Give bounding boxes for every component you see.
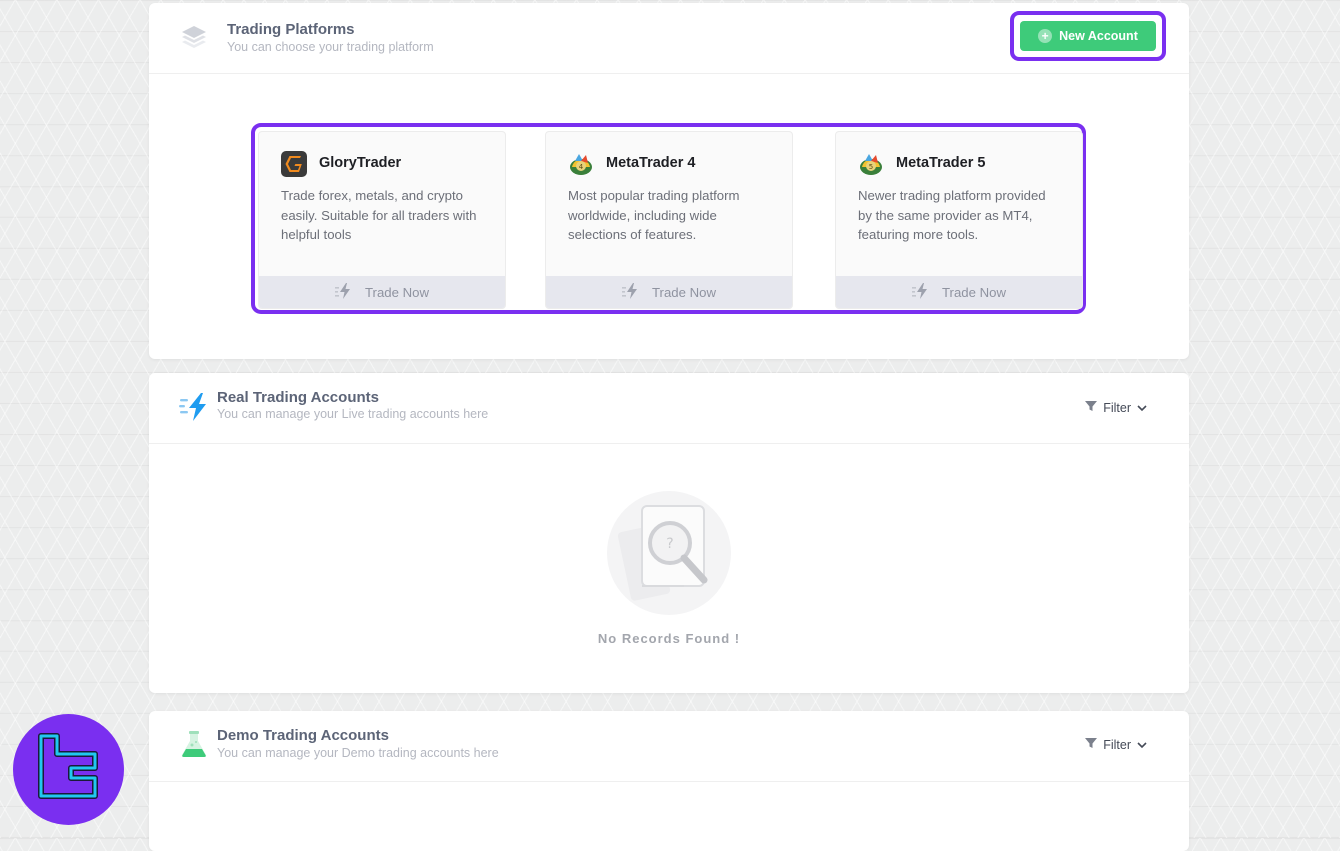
lightning-icon [179, 393, 209, 426]
new-account-button[interactable]: + New Account [1020, 21, 1156, 51]
new-account-label: New Account [1059, 29, 1138, 43]
platform-cards-highlight: GloryTrader Trade forex, metals, and cry… [251, 123, 1086, 314]
layers-icon [179, 23, 209, 58]
chevron-down-icon [1137, 401, 1147, 415]
demo-accounts-panel: Demo Trading Accounts You can manage you… [149, 711, 1189, 851]
trading-platforms-header: Trading Platforms You can choose your tr… [149, 3, 1189, 74]
lightning-icon [621, 282, 642, 302]
real-accounts-panel: Real Trading Accounts You can manage you… [149, 373, 1189, 693]
svg-text:4: 4 [579, 163, 584, 171]
trade-now-button[interactable]: Trade Now [259, 276, 505, 308]
trade-now-label: Trade Now [941, 284, 1006, 300]
metatrader-5-logo-icon: 5 [858, 151, 884, 177]
svg-text:?: ? [666, 536, 673, 552]
trade-now-button[interactable]: Trade Now [546, 276, 792, 308]
platform-description: Most popular trading platform worldwide,… [568, 188, 740, 242]
section-subtitle: You can manage your Demo trading account… [217, 746, 499, 760]
svg-text:5: 5 [869, 163, 873, 171]
trade-now-label: Trade Now [364, 284, 429, 300]
plus-icon: + [1038, 29, 1053, 43]
filter-dropdown[interactable]: Filter [1085, 737, 1147, 752]
chevron-down-icon [1137, 738, 1147, 752]
demo-accounts-header: Demo Trading Accounts You can manage you… [149, 711, 1189, 782]
lightning-icon [334, 282, 355, 302]
filter-icon [1085, 737, 1098, 752]
section-subtitle: You can manage your Live trading account… [217, 407, 489, 421]
glorytrader-logo-icon [281, 151, 307, 177]
new-account-highlight: + New Account [1010, 11, 1166, 61]
no-records-text: No Records Found ! [597, 631, 741, 646]
trade-now-label: Trade Now [651, 284, 716, 300]
brand-logo-icon [38, 733, 98, 799]
lightning-icon [911, 282, 932, 302]
no-records-illustration: ? [604, 488, 734, 618]
platform-description: Newer trading platform provided by the s… [858, 188, 1046, 242]
filter-label: Filter [1103, 737, 1131, 752]
platform-name: GloryTrader [319, 155, 402, 171]
section-title: Real Trading Accounts [217, 389, 379, 406]
brand-logo-badge [13, 714, 124, 825]
real-accounts-header: Real Trading Accounts You can manage you… [149, 373, 1189, 444]
platform-name: MetaTrader 5 [896, 155, 986, 171]
trading-platforms-panel: Trading Platforms You can choose your tr… [149, 3, 1189, 359]
metatrader-4-logo-icon: 4 [568, 151, 594, 177]
section-title: Demo Trading Accounts [217, 727, 389, 744]
filter-icon [1085, 400, 1098, 415]
platform-card-metatrader-5[interactable]: 5 MetaTrader 5 Newer trading platform pr… [835, 131, 1083, 309]
platform-card-glorytrader[interactable]: GloryTrader Trade forex, metals, and cry… [258, 131, 506, 309]
flask-icon [179, 729, 209, 764]
filter-dropdown[interactable]: Filter [1085, 400, 1147, 415]
platform-card-metatrader-4[interactable]: 4 MetaTrader 4 Most popular trading plat… [545, 131, 793, 309]
trade-now-button[interactable]: Trade Now [836, 276, 1082, 308]
platform-name: MetaTrader 4 [606, 155, 696, 171]
filter-label: Filter [1103, 400, 1131, 415]
page-title: Trading Platforms [227, 21, 355, 38]
platform-description: Trade forex, metals, and crypto easily. … [281, 188, 477, 242]
page-subtitle: You can choose your trading platform [227, 40, 434, 54]
